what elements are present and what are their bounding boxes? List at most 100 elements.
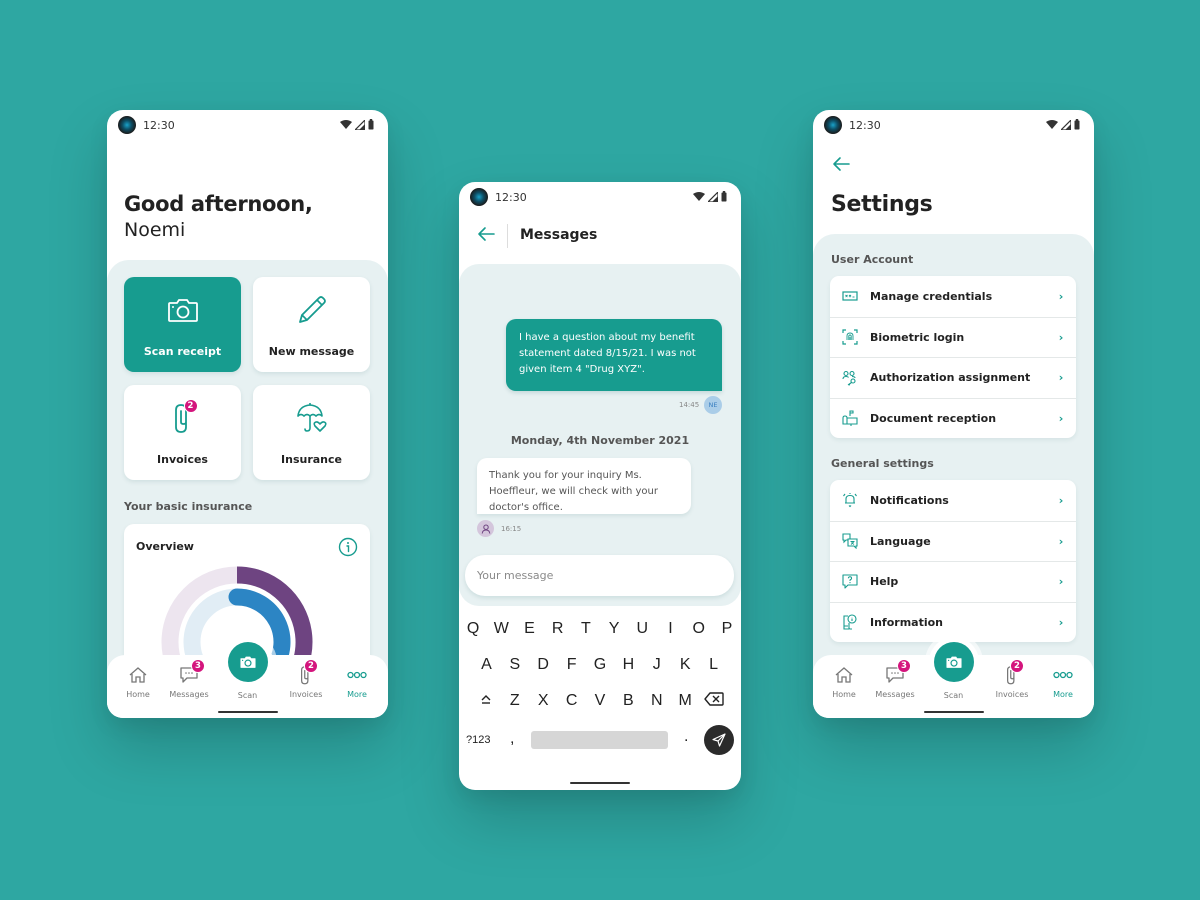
- setting-label: Information: [870, 615, 943, 629]
- home-indicator: [570, 782, 630, 784]
- nav-more[interactable]: More: [1035, 665, 1091, 699]
- nav-label: Scan: [943, 691, 964, 700]
- insurance-tile[interactable]: Insurance: [253, 385, 370, 480]
- setting-document-reception[interactable]: Document reception ›: [830, 397, 1076, 439]
- setting-information[interactable]: Information ›: [830, 601, 1076, 643]
- key-b[interactable]: B: [614, 692, 642, 711]
- key-t[interactable]: T: [572, 620, 600, 638]
- key-g[interactable]: G: [586, 656, 614, 674]
- shift-key[interactable]: [472, 692, 500, 711]
- key-y[interactable]: Y: [600, 620, 628, 638]
- setting-label: Help: [870, 575, 899, 589]
- key-n[interactable]: N: [643, 692, 671, 711]
- chevron-right-icon: ›: [1058, 534, 1064, 548]
- key-s[interactable]: S: [501, 656, 529, 674]
- back-arrow-icon[interactable]: [476, 226, 496, 242]
- nav-label: Invoices: [995, 690, 1029, 699]
- message-input[interactable]: [465, 555, 734, 596]
- chevron-right-icon: ›: [1058, 411, 1064, 425]
- period-key[interactable]: .: [684, 728, 688, 746]
- front-camera: [470, 188, 488, 206]
- nav-more[interactable]: More: [329, 665, 385, 699]
- key-x[interactable]: X: [529, 692, 557, 711]
- user-account-group: Manage credentials › Biometric login › A…: [830, 276, 1076, 438]
- camera-icon: [167, 299, 198, 322]
- nav-invoices[interactable]: 2 Invoices: [278, 659, 334, 699]
- pencil-icon: [298, 296, 326, 323]
- send-button[interactable]: [704, 725, 734, 755]
- nav-invoices[interactable]: 2 Invoices: [984, 659, 1040, 699]
- group-title: General settings: [831, 457, 934, 470]
- tile-label: Insurance: [281, 453, 342, 466]
- new-message-tile[interactable]: New message: [253, 277, 370, 372]
- key-u[interactable]: U: [628, 620, 656, 638]
- key-i[interactable]: I: [656, 620, 684, 638]
- key-c[interactable]: C: [557, 692, 585, 711]
- keyboard-row: QWERTYUIOP: [459, 620, 741, 638]
- messages-badge: 3: [191, 659, 205, 673]
- key-z[interactable]: Z: [501, 692, 529, 711]
- header-divider: [507, 224, 508, 248]
- invoices-badge: 2: [183, 399, 198, 413]
- key-q[interactable]: Q: [459, 620, 487, 638]
- key-j[interactable]: J: [643, 656, 671, 674]
- key-d[interactable]: D: [529, 656, 557, 674]
- setting-language[interactable]: Language ›: [830, 520, 1076, 562]
- group-title: User Account: [831, 253, 914, 266]
- key-w[interactable]: W: [487, 620, 515, 638]
- signal-icon: [1061, 119, 1071, 130]
- front-camera: [824, 116, 842, 134]
- wifi-icon: [340, 119, 352, 129]
- greeting-title: Good afternoon,: [124, 192, 313, 216]
- status-time: 12:30: [143, 119, 175, 132]
- key-r[interactable]: R: [544, 620, 572, 638]
- comma-key[interactable]: ,: [510, 730, 514, 748]
- scan-receipt-tile[interactable]: Scan receipt: [124, 277, 241, 372]
- messages-header: Messages: [459, 214, 741, 262]
- nav-home[interactable]: Home: [110, 665, 166, 699]
- nav-home[interactable]: Home: [816, 665, 872, 699]
- scan-fab[interactable]: [222, 637, 273, 687]
- setting-help[interactable]: Help ›: [830, 561, 1076, 602]
- battery-icon: [1074, 119, 1080, 130]
- setting-biometric-login[interactable]: Biometric login ›: [830, 316, 1076, 358]
- key-a[interactable]: A: [472, 656, 500, 674]
- symbols-key[interactable]: ?123: [466, 734, 490, 746]
- scan-fab[interactable]: [928, 637, 979, 687]
- status-time: 12:30: [495, 191, 527, 204]
- key-e[interactable]: E: [515, 620, 543, 638]
- status-bar: 12:30: [107, 110, 388, 142]
- key-l[interactable]: L: [699, 656, 727, 674]
- key-v[interactable]: V: [586, 692, 614, 711]
- back-arrow-icon[interactable]: [831, 156, 851, 172]
- bell-icon: [843, 493, 857, 508]
- key-h[interactable]: H: [614, 656, 642, 674]
- backspace-key[interactable]: [699, 692, 727, 711]
- status-bar: 12:30: [813, 110, 1094, 142]
- key-p[interactable]: P: [713, 620, 741, 638]
- setting-notifications[interactable]: Notifications ›: [830, 480, 1076, 521]
- message-time: 16:15: [501, 525, 522, 533]
- space-key[interactable]: [531, 731, 668, 749]
- nav-messages[interactable]: 3 Messages: [161, 659, 217, 699]
- home-indicator: [923, 711, 984, 713]
- translate-icon: [842, 533, 858, 550]
- camera-icon: [239, 656, 256, 668]
- tile-label: Invoices: [157, 453, 208, 466]
- key-f[interactable]: F: [557, 656, 585, 674]
- date-separator: Monday, 4th November 2021: [510, 434, 690, 447]
- nav-messages[interactable]: 3 Messages: [867, 659, 923, 699]
- setting-manage-credentials[interactable]: Manage credentials ›: [830, 276, 1076, 317]
- nav-label: Home: [126, 690, 150, 699]
- phone-settings-screen: 12:30 Settings User Account Manage crede…: [813, 110, 1094, 718]
- onscreen-keyboard: QWERTYUIOP ASDFGHJKL ZXCVBNM ?123 , .: [459, 612, 741, 784]
- setting-authorization-assignment[interactable]: Authorization assignment ›: [830, 357, 1076, 398]
- more-icon: [347, 671, 367, 679]
- camera-icon: [945, 656, 962, 668]
- invoices-tile[interactable]: 2 Invoices: [124, 385, 241, 480]
- signal-icon: [708, 191, 718, 202]
- key-o[interactable]: O: [685, 620, 713, 638]
- key-m[interactable]: M: [671, 692, 699, 711]
- key-k[interactable]: K: [671, 656, 699, 674]
- fingerprint-icon: [842, 329, 858, 345]
